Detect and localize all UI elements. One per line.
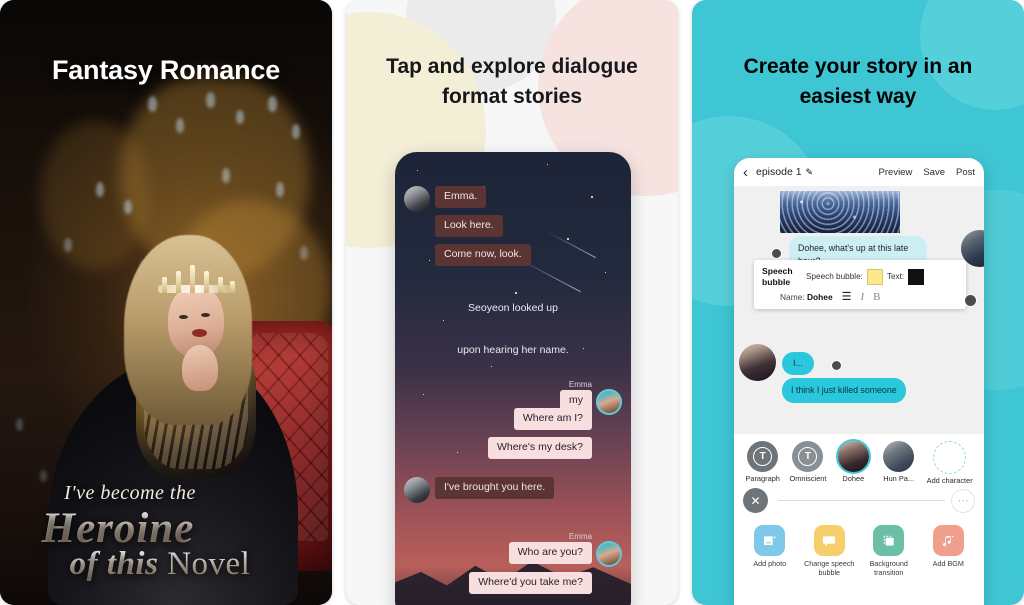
overlay-line-1: I've become the	[64, 482, 196, 504]
character-item-hun[interactable]: Hun Pa...	[879, 441, 918, 483]
editor-toolbar: Add photo Change speech bubble Backgroun…	[734, 513, 984, 578]
edit-card-title-line1: Speech	[762, 266, 793, 276]
message-bubble[interactable]: Look here.	[435, 215, 503, 237]
character-item-dohee[interactable]: Dohee	[834, 441, 873, 483]
avatar-dohee	[837, 441, 869, 472]
tool-label: Add photo	[753, 559, 787, 569]
post-button[interactable]: Post	[956, 167, 975, 178]
canvas-bubble[interactable]: I think I just killed someone	[782, 378, 906, 403]
tool-label: Change speech bubble	[804, 559, 855, 577]
avatar-hun	[883, 441, 915, 472]
background-icon	[873, 525, 905, 557]
avatar	[596, 389, 622, 415]
save-button[interactable]: Save	[923, 167, 945, 178]
tool-add-bgm[interactable]: Add BGM	[920, 525, 976, 577]
narration-line: Seoyeon looked up	[468, 302, 558, 314]
character-label: Paragraph	[745, 474, 780, 483]
bubble-color-label: Speech bubble:	[806, 272, 863, 282]
panel-fantasy-romance: Fantasy Romance I've become the Heroine …	[0, 0, 332, 605]
avatar	[596, 541, 622, 567]
character-label: Omniscient	[789, 474, 827, 483]
message-row[interactable]: I've brought you here.	[404, 477, 555, 503]
message-row[interactable]: Where'd you take me?	[469, 572, 592, 594]
text-color-swatch[interactable]	[908, 268, 925, 285]
screenshot-root: Fantasy Romance I've become the Heroine …	[0, 0, 1024, 605]
episode-title[interactable]: episode 1	[756, 166, 802, 178]
divider	[778, 500, 945, 502]
message-bubble[interactable]: Where am I?	[513, 408, 592, 430]
plus-icon: +	[933, 441, 967, 474]
message-bubble[interactable]: Where's my desk?	[487, 437, 592, 459]
speaker-name: Emma	[568, 380, 592, 389]
tool-add-photo[interactable]: Add photo	[742, 525, 798, 577]
more-options-icon[interactable]: ⋯	[951, 488, 975, 513]
message-row[interactable]: Come now, look.	[435, 244, 531, 266]
editor-panel-title: Create your story in an easiest way	[743, 55, 973, 108]
message-row[interactable]: Emma.	[404, 186, 487, 212]
character-label: Hun Pa...	[883, 474, 915, 483]
bubble-color-swatch[interactable]	[866, 268, 883, 285]
avatar	[739, 344, 776, 381]
tool-background-transition[interactable]: Background transition	[861, 525, 917, 577]
edit-card-title-line2: bubble	[762, 276, 791, 287]
avatar	[404, 186, 430, 212]
add-character-button[interactable]: + Add character	[924, 441, 975, 485]
message-row[interactable]: Where am I?	[513, 408, 592, 430]
text-circle-icon: T	[792, 441, 824, 472]
tool-label: Add BGM	[932, 559, 964, 569]
chevron-left-icon[interactable]: ‹	[743, 165, 748, 180]
preview-button[interactable]: Preview	[879, 167, 913, 178]
italic-icon[interactable]: I	[860, 291, 864, 303]
text-color-label: Text:	[886, 272, 905, 282]
name-label: Name:	[780, 291, 805, 302]
close-icon[interactable]: ✕	[743, 488, 768, 514]
story-canvas[interactable]: Dohee, what's up at this late hour? Spee…	[734, 186, 984, 434]
panel-story-editor: Create your story in an easiest way ‹ ep…	[692, 0, 1024, 605]
bold-icon[interactable]: B	[873, 291, 880, 303]
message-bubble[interactable]: Who are you?	[508, 542, 592, 564]
message-row[interactable]: Where's my desk?	[487, 437, 592, 459]
name-value[interactable]: Dohee	[807, 292, 833, 302]
message-bubble[interactable]: Where'd you take me?	[469, 572, 592, 594]
message-row[interactable]: Emma Who are you?	[508, 532, 622, 567]
speech-bubble-icon	[813, 525, 845, 557]
overlay-line-2: Heroine	[0, 507, 284, 550]
poster-title: Fantasy Romance	[51, 55, 281, 85]
speech-bubble-edit-card[interactable]: Speech bubble Speech bubble: Text: Name:…	[754, 260, 977, 310]
dialogue-panel-title: Tap and explore dialogue format stories	[386, 55, 638, 108]
close-icon[interactable]	[964, 294, 977, 307]
overlay-line-3a: of this	[69, 546, 159, 582]
message-bubble[interactable]: I've brought you here.	[435, 477, 555, 499]
editor-app-bar: ‹ episode 1 ✎ Preview Save Post	[734, 158, 984, 186]
canvas-bubble[interactable]: I...	[782, 352, 814, 375]
text-align-icon[interactable]: ☰	[842, 290, 852, 303]
character-strip: T Paragraph T Omniscient Dohee Hun Pa...…	[734, 434, 984, 486]
pencil-icon[interactable]: ✎	[806, 167, 814, 178]
character-item-paragraph[interactable]: T Paragraph	[743, 441, 782, 483]
character-label: Add character	[926, 476, 973, 485]
phone-mockup-editor: ‹ episode 1 ✎ Preview Save Post Dohee, w…	[734, 158, 984, 605]
speaker-name: Emma	[568, 532, 592, 541]
phone-mockup-dialogue: Emma. Look here. Come now, look. Seoyeon…	[395, 152, 631, 605]
tool-label: Background transition	[869, 559, 908, 577]
message-row[interactable]: Look here.	[435, 215, 503, 237]
overlay-line-3b: Novel	[167, 546, 251, 582]
character-label: Dohee	[842, 474, 865, 483]
narration-line: upon hearing her name.	[457, 344, 569, 356]
photo-icon	[754, 525, 786, 557]
music-note-icon	[932, 525, 964, 557]
text-circle-icon: T	[747, 441, 779, 472]
message-bubble[interactable]: Come now, look.	[435, 244, 531, 266]
message-bubble[interactable]: Emma.	[435, 186, 487, 208]
bubble-handle[interactable]	[771, 248, 782, 259]
canvas-photo[interactable]	[780, 191, 900, 233]
tool-change-speech-bubble[interactable]: Change speech bubble	[801, 525, 857, 577]
overlay-line-3: of this Novel	[0, 548, 326, 581]
character-item-omniscient[interactable]: T Omniscient	[788, 441, 827, 483]
panel-dialogue-stories: Tap and explore dialogue format stories	[346, 0, 678, 605]
bubble-handle[interactable]	[831, 360, 842, 371]
character-row-secondary: ✕ ⋯	[734, 485, 984, 514]
poster-overlay-text: I've become the Heroine of this Novel	[0, 483, 332, 581]
avatar	[404, 477, 430, 503]
